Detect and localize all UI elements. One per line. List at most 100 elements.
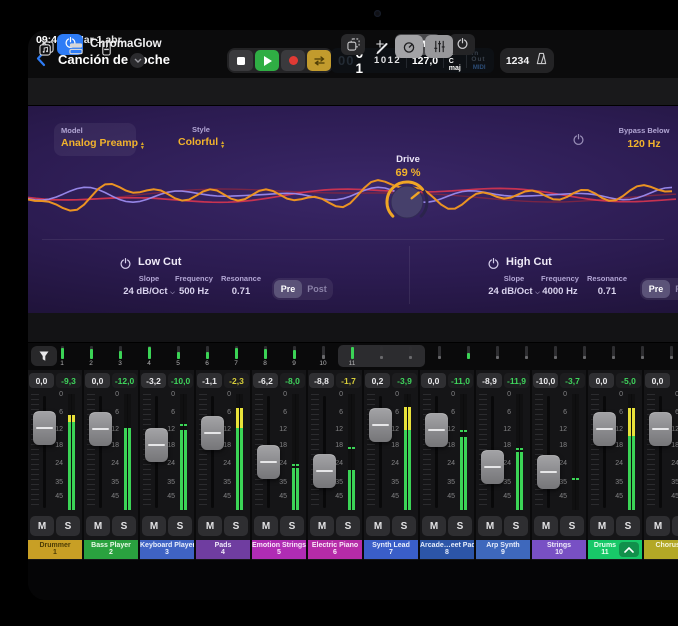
fader-cap[interactable] bbox=[257, 445, 280, 479]
overview-channel[interactable] bbox=[603, 346, 623, 360]
fader-cap[interactable] bbox=[537, 455, 560, 489]
channel-name-plate[interactable]: Drums11 bbox=[588, 540, 642, 559]
stepper-icon[interactable]: ▴▾ bbox=[141, 142, 144, 150]
play-button[interactable] bbox=[255, 50, 279, 71]
overview-channel[interactable] bbox=[661, 346, 678, 360]
overview-channel[interactable] bbox=[371, 346, 391, 360]
overview-channel[interactable] bbox=[487, 346, 507, 360]
fader-cap[interactable] bbox=[481, 450, 504, 484]
channel-name-plate[interactable]: Arcade…eet Pad8 bbox=[420, 540, 474, 559]
pre-button[interactable]: Pre bbox=[642, 280, 670, 298]
overview-channel[interactable] bbox=[632, 346, 652, 360]
solo-button[interactable]: S bbox=[168, 516, 192, 536]
mute-button[interactable]: M bbox=[86, 516, 110, 536]
mute-button[interactable]: M bbox=[198, 516, 222, 536]
overview-channel[interactable]: 1 bbox=[52, 346, 72, 367]
fader-track[interactable] bbox=[323, 396, 326, 508]
solo-button[interactable]: S bbox=[448, 516, 472, 536]
mixer-view-button[interactable] bbox=[425, 35, 453, 58]
fader-cap[interactable] bbox=[369, 408, 392, 442]
overview-channel[interactable] bbox=[545, 346, 565, 360]
duplicate-button[interactable] bbox=[341, 34, 365, 55]
volume-readout[interactable]: 0,2 bbox=[365, 373, 390, 388]
bypass-power-icon[interactable] bbox=[573, 132, 585, 144]
volume-readout[interactable]: -8,9 bbox=[477, 373, 502, 388]
post-button[interactable]: Post bbox=[303, 280, 331, 298]
volume-readout[interactable]: 0,0 bbox=[29, 373, 54, 388]
volume-readout[interactable]: -6,2 bbox=[253, 373, 278, 388]
overview-channel[interactable] bbox=[458, 346, 478, 360]
stop-button[interactable] bbox=[229, 50, 253, 71]
volume-readout[interactable]: 0,0 bbox=[421, 373, 446, 388]
highcut-resonance[interactable]: Resonance 0.71 bbox=[574, 274, 640, 297]
channel-name-plate[interactable]: Bass Player2 bbox=[84, 540, 138, 559]
pencil-tool-button[interactable] bbox=[370, 37, 394, 59]
overview-channel[interactable] bbox=[516, 346, 536, 360]
mute-button[interactable]: M bbox=[478, 516, 502, 536]
cycle-button[interactable] bbox=[307, 50, 331, 71]
regions-view-button[interactable] bbox=[64, 37, 88, 59]
overview-channel[interactable]: 10 bbox=[313, 346, 333, 367]
metronome-icon[interactable] bbox=[535, 52, 548, 70]
fader-track[interactable] bbox=[211, 396, 214, 508]
highcut-power-icon[interactable] bbox=[488, 256, 500, 268]
mute-button[interactable]: M bbox=[310, 516, 334, 536]
channel-name-plate[interactable]: Emotion Strings5 bbox=[252, 540, 306, 559]
drive-knob[interactable] bbox=[384, 179, 430, 225]
fader-track[interactable] bbox=[547, 396, 550, 508]
volume-readout[interactable]: 0,0 bbox=[85, 373, 110, 388]
fader-cap[interactable] bbox=[649, 412, 672, 446]
overview-channel[interactable] bbox=[574, 346, 594, 360]
solo-button[interactable]: S bbox=[392, 516, 416, 536]
volume-readout[interactable]: -8,8 bbox=[309, 373, 334, 388]
solo-button[interactable]: S bbox=[504, 516, 528, 536]
fader-cap[interactable] bbox=[89, 412, 112, 446]
solo-button[interactable]: S bbox=[224, 516, 248, 536]
model-selector[interactable]: Model Analog Preamp▴▾ bbox=[54, 123, 136, 156]
level-control[interactable]: Level 0.0 bbox=[653, 126, 678, 150]
overview-channel[interactable]: 4 bbox=[139, 346, 159, 367]
volume-readout[interactable]: 0,0 bbox=[589, 373, 614, 388]
fader-cap[interactable] bbox=[201, 416, 224, 450]
channel-name-plate[interactable]: Keyboard Player3 bbox=[140, 540, 194, 559]
fader-cap[interactable] bbox=[313, 454, 336, 488]
channel-name-plate[interactable]: Strings10 bbox=[532, 540, 586, 559]
mute-button[interactable]: M bbox=[142, 516, 166, 536]
stepper-icon[interactable]: ▴▾ bbox=[221, 141, 224, 149]
count-in-button[interactable]: 1234 bbox=[506, 55, 529, 67]
record-button[interactable] bbox=[281, 50, 305, 71]
solo-button[interactable]: S bbox=[112, 516, 136, 536]
fader-cap[interactable] bbox=[33, 411, 56, 445]
volume-readout[interactable]: -3,2 bbox=[141, 373, 166, 388]
solo-button[interactable]: S bbox=[616, 516, 640, 536]
mute-button[interactable]: M bbox=[534, 516, 558, 536]
loop-browser-button[interactable] bbox=[34, 37, 58, 59]
overview-channel[interactable]: 5 bbox=[168, 346, 188, 367]
mute-button[interactable]: M bbox=[254, 516, 278, 536]
solo-button[interactable]: S bbox=[56, 516, 80, 536]
song-menu-chevron-icon[interactable] bbox=[130, 53, 145, 68]
lowcut-power-icon[interactable] bbox=[120, 256, 132, 268]
channel-name-plate[interactable]: Drummer1 bbox=[28, 540, 82, 559]
controls-view-button[interactable] bbox=[395, 35, 423, 58]
fader-cap[interactable] bbox=[145, 428, 168, 462]
channel-name-plate[interactable]: Chorus V bbox=[644, 540, 678, 559]
solo-button[interactable]: S bbox=[280, 516, 304, 536]
mute-button[interactable]: M bbox=[366, 516, 390, 536]
post-button[interactable]: Post bbox=[671, 280, 678, 298]
channel-name-plate[interactable]: Arp Synth9 bbox=[476, 540, 530, 559]
channel-name-plate[interactable]: Electric Piano6 bbox=[308, 540, 362, 559]
overview-channel[interactable] bbox=[429, 346, 449, 360]
style-selector[interactable]: Style Colorful▴▾ bbox=[156, 125, 246, 149]
fader-cap[interactable] bbox=[593, 412, 616, 446]
collapse-chevron-icon[interactable] bbox=[619, 542, 639, 557]
overview-channel[interactable]: 3 bbox=[110, 346, 130, 367]
solo-button[interactable]: S bbox=[560, 516, 584, 536]
overview-channel[interactable]: 9 bbox=[284, 346, 304, 367]
volume-readout[interactable]: 0,0 bbox=[645, 373, 670, 388]
volume-readout[interactable]: -1,1 bbox=[197, 373, 222, 388]
pre-button[interactable]: Pre bbox=[274, 280, 302, 298]
overview-channel[interactable]: 2 bbox=[81, 346, 101, 367]
solo-button[interactable]: S bbox=[672, 516, 678, 536]
channel-name-plate[interactable]: Pads4 bbox=[196, 540, 250, 559]
